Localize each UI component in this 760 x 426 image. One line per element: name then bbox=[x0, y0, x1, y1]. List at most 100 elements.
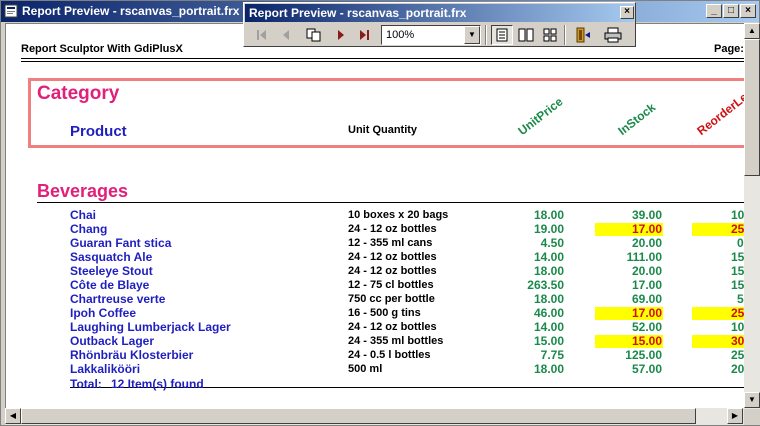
unit-price: 18.00 bbox=[533, 264, 564, 278]
exit-button[interactable] bbox=[572, 25, 594, 45]
unit-quantity: 24 - 355 ml bottles bbox=[348, 335, 444, 347]
zoom-dropdown-arrow[interactable]: ▼ bbox=[464, 26, 480, 44]
product-name: Guaran Fant stica bbox=[70, 236, 172, 250]
print-button[interactable] bbox=[602, 25, 624, 45]
scroll-left-button[interactable]: ◀ bbox=[5, 408, 21, 424]
category-rule bbox=[37, 202, 744, 203]
header-rule bbox=[21, 58, 744, 59]
unit-quantity: 500 ml bbox=[348, 363, 383, 375]
unit-quantity: 24 - 12 oz bottles bbox=[348, 223, 437, 235]
unit-price: 18.00 bbox=[533, 362, 564, 376]
unit-quantity: 12 - 75 cl bottles bbox=[348, 279, 434, 291]
main-window: Report Preview - rscanvas_portrait.frx _… bbox=[0, 0, 760, 426]
reorder-level: 20 bbox=[731, 362, 744, 376]
unit-quantity: 16 - 500 g tins bbox=[348, 307, 421, 319]
unit-quantity: 10 boxes x 20 bags bbox=[348, 209, 449, 221]
report-header-title: Report Sculptor With GdiPlusX bbox=[21, 43, 183, 55]
vertical-scrollbar[interactable]: ▲ ▼ bbox=[744, 23, 760, 409]
product-name: Chartreuse verte bbox=[70, 292, 166, 306]
unit-price: 4.50 bbox=[540, 236, 564, 250]
unit-price: 14.00 bbox=[533, 320, 564, 334]
reorder-level: 25 bbox=[731, 348, 744, 362]
product-name: Ipoh Coffee bbox=[70, 306, 136, 320]
unit-price: 18.00 bbox=[533, 292, 564, 306]
in-stock: 17.00 bbox=[631, 306, 662, 320]
copy-button[interactable] bbox=[303, 25, 325, 45]
zoom-value: 100% bbox=[386, 29, 415, 41]
category-name: Beverages bbox=[37, 181, 129, 201]
horizontal-scroll-thumb[interactable] bbox=[21, 408, 696, 424]
unit-price: 263.50 bbox=[527, 278, 564, 292]
preview-toolbar-window: Report Preview - rscanvas_portrait.frx ×… bbox=[243, 2, 636, 47]
app-icon bbox=[4, 4, 18, 18]
multiple-pages-icon bbox=[543, 28, 557, 42]
total-value: 12 Item(s) found bbox=[111, 377, 204, 391]
vertical-scroll-thumb[interactable] bbox=[744, 39, 760, 176]
first-page-icon bbox=[257, 30, 266, 40]
toolbar-title-bar[interactable]: Report Preview - rscanvas_portrait.frx × bbox=[245, 4, 634, 22]
unit-price: 19.00 bbox=[533, 222, 564, 236]
reorder-level: 10 bbox=[731, 320, 744, 334]
product-name: Sasquatch Ale bbox=[70, 250, 153, 264]
in-stock: 39.00 bbox=[631, 208, 662, 222]
horizontal-scrollbar[interactable]: ◀ ▶ bbox=[5, 408, 744, 425]
report-canvas: Report Sculptor With GdiPlusX Page: Cate… bbox=[5, 23, 744, 408]
in-stock: 17.00 bbox=[631, 278, 662, 292]
toolbar-separator bbox=[485, 25, 487, 45]
in-stock: 111.00 bbox=[626, 250, 662, 264]
last-page-icon bbox=[360, 30, 369, 40]
multiple-pages-button[interactable] bbox=[539, 25, 561, 45]
toolbar-title: Report Preview - rscanvas_portrait.frx bbox=[249, 6, 467, 20]
toolbar-close-button[interactable]: × bbox=[620, 6, 634, 19]
in-stock: 15.00 bbox=[631, 334, 662, 348]
reorder-level: 15 bbox=[731, 264, 744, 278]
toolbar-separator-2 bbox=[564, 25, 566, 45]
in-stock: 52.00 bbox=[631, 320, 662, 334]
detail-label: Product bbox=[70, 123, 127, 140]
group-label: Category bbox=[37, 83, 120, 104]
in-stock: 20.00 bbox=[631, 264, 662, 278]
reorder-level: 15 bbox=[731, 278, 744, 292]
report-header-page: Page: bbox=[714, 43, 744, 55]
in-stock: 17.00 bbox=[631, 222, 662, 236]
unit-quantity: 24 - 12 oz bottles bbox=[348, 321, 437, 333]
in-stock: 125.00 bbox=[625, 348, 662, 362]
zoom-select[interactable]: 100% ▼ bbox=[381, 25, 481, 45]
maximize-button[interactable]: □ bbox=[723, 4, 739, 18]
minimize-button[interactable]: _ bbox=[706, 4, 722, 18]
scroll-right-button[interactable]: ▶ bbox=[727, 408, 743, 424]
scroll-down-button[interactable]: ▼ bbox=[744, 392, 760, 408]
next-page-button[interactable] bbox=[330, 25, 352, 45]
header-rule-2 bbox=[21, 61, 744, 62]
product-name: Lakkalikööri bbox=[70, 362, 141, 376]
reorder-level: 25 bbox=[731, 306, 744, 320]
total-label: Total: bbox=[70, 377, 102, 391]
reorder-level: 0 bbox=[737, 236, 744, 250]
one-page-icon bbox=[496, 28, 508, 42]
product-name: Outback Lager bbox=[70, 334, 155, 348]
close-button[interactable]: × bbox=[740, 4, 756, 18]
previous-page-icon bbox=[283, 30, 289, 40]
size-grip[interactable] bbox=[744, 409, 760, 425]
reorder-level: 25 bbox=[731, 222, 744, 236]
previous-page-button[interactable] bbox=[275, 25, 297, 45]
unit-quantity: 12 - 355 ml cans bbox=[348, 237, 433, 249]
unit-price: 18.00 bbox=[533, 208, 564, 222]
scroll-up-button[interactable]: ▲ bbox=[744, 23, 760, 39]
first-page-button[interactable] bbox=[251, 25, 273, 45]
last-page-button[interactable] bbox=[353, 25, 375, 45]
unit-quantity: 750 cc per bottle bbox=[348, 293, 435, 305]
copy-icon bbox=[306, 28, 321, 42]
reorder-level: 5 bbox=[737, 292, 744, 306]
unit-quantity: 24 - 0.5 l bottles bbox=[348, 349, 431, 361]
exit-door-icon bbox=[576, 27, 590, 43]
in-stock: 20.00 bbox=[631, 236, 662, 250]
one-page-button[interactable] bbox=[491, 25, 513, 45]
reorder-level: 15 bbox=[731, 250, 744, 264]
unit-price: 15.00 bbox=[533, 334, 564, 348]
product-name: Côte de Blaye bbox=[70, 278, 150, 292]
reorder-level: 10 bbox=[731, 208, 744, 222]
two-pages-button[interactable] bbox=[515, 25, 537, 45]
window-title: Report Preview - rscanvas_portrait.frx bbox=[22, 4, 240, 18]
next-page-icon bbox=[338, 30, 344, 40]
